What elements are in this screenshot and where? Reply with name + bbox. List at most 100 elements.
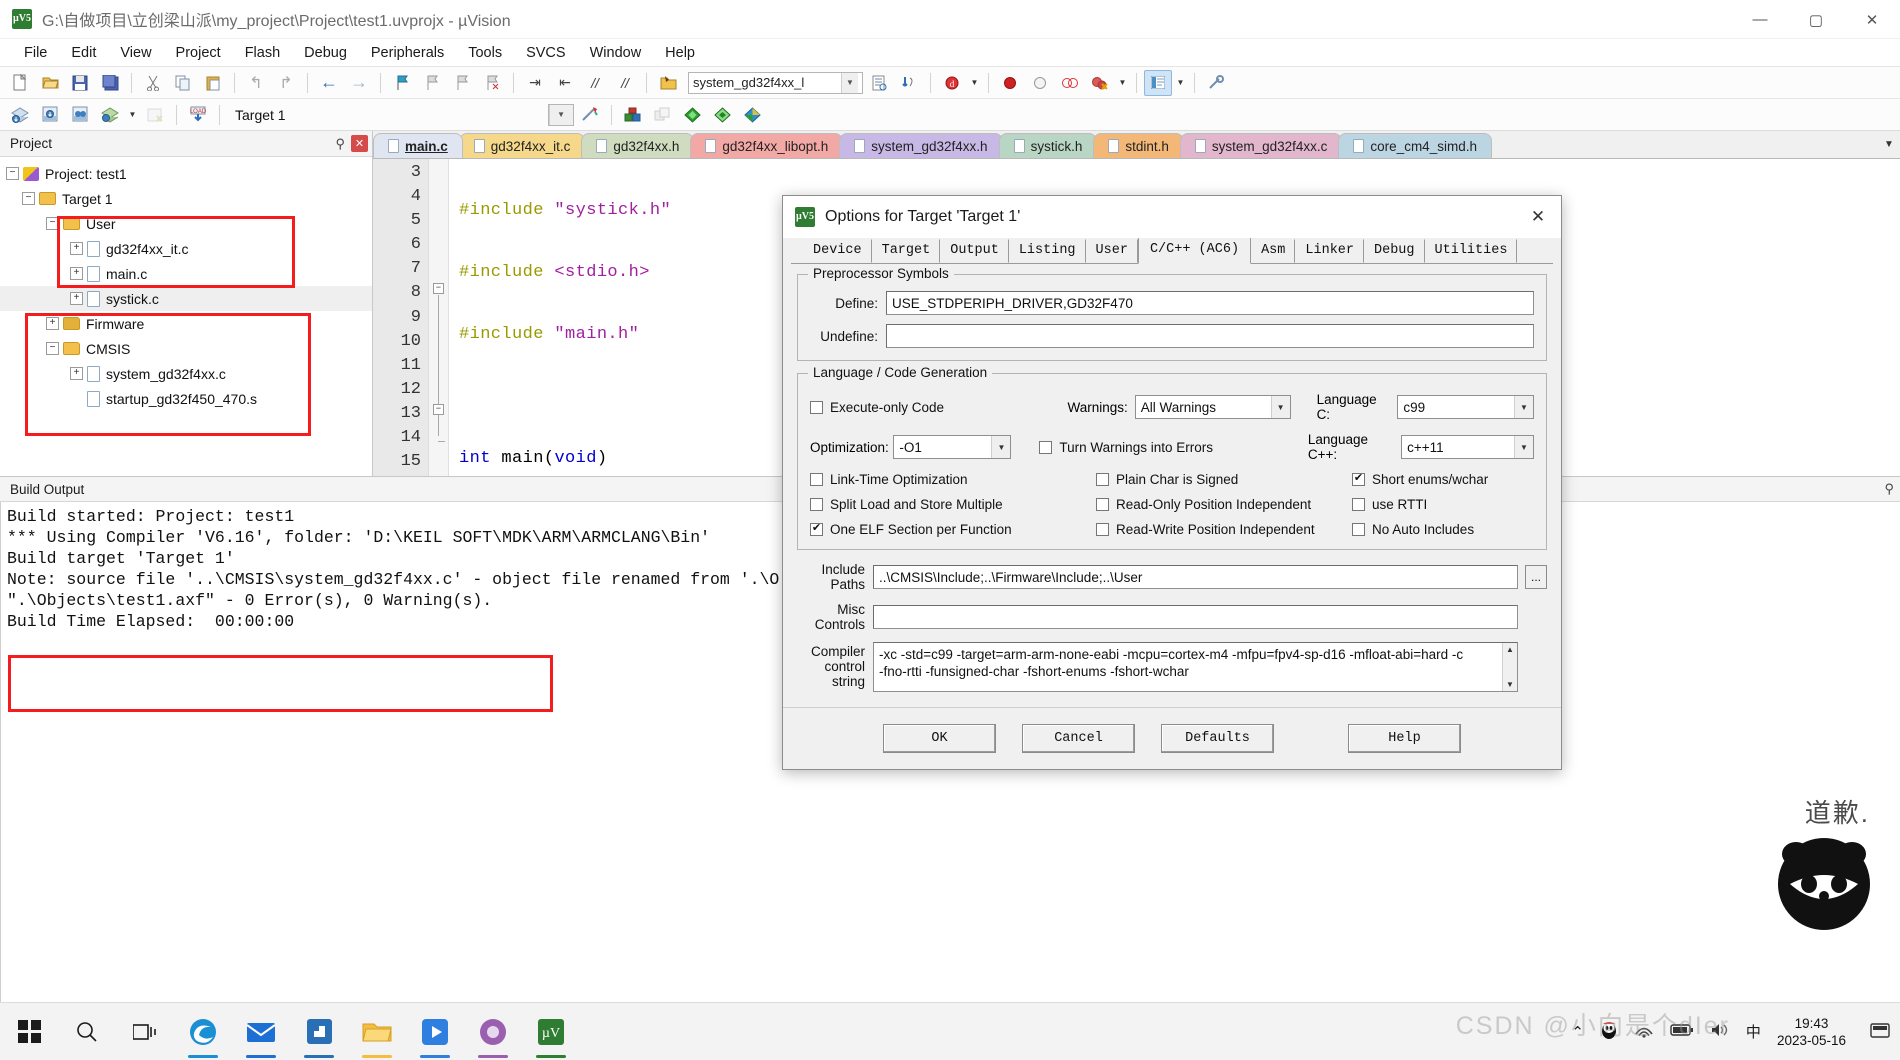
open-project-icon[interactable] xyxy=(654,70,682,96)
one-elf-section-per-function-checkbox[interactable]: ✔ One ELF Section per Function xyxy=(810,522,1096,537)
creative-app-icon[interactable] xyxy=(464,1003,522,1060)
outdent-icon[interactable]: ⇤ xyxy=(551,70,579,96)
manage-project-items-icon[interactable] xyxy=(619,102,647,128)
menu-item-edit[interactable]: Edit xyxy=(59,42,108,64)
notification-icon[interactable] xyxy=(1870,1021,1890,1043)
svn-icon[interactable] xyxy=(739,102,767,128)
download-icon[interactable]: LOAD xyxy=(184,102,212,128)
scroll-up-icon[interactable]: ▲ xyxy=(1503,643,1517,656)
checkbox-box[interactable] xyxy=(810,498,823,511)
cancel-button[interactable]: Cancel xyxy=(1022,724,1135,753)
no-auto-includes-checkbox[interactable]: No Auto Includes xyxy=(1352,522,1474,537)
rebuild-icon[interactable] xyxy=(66,102,94,128)
checkbox-box[interactable] xyxy=(1096,473,1109,486)
tree-item-startup-gd32f450-470-s[interactable]: startup_gd32f450_470.s xyxy=(0,386,372,411)
menu-item-window[interactable]: Window xyxy=(578,42,654,64)
debug-dropdown-icon[interactable]: ▼ xyxy=(968,70,981,96)
optimization-select[interactable]: -O1 ▼ xyxy=(893,435,1012,459)
expander-icon[interactable]: + xyxy=(70,242,83,255)
include-paths-browse-button[interactable]: ... xyxy=(1525,565,1547,589)
qq-icon[interactable] xyxy=(1600,1020,1618,1044)
editor-tab-systick-h[interactable]: systick.h xyxy=(998,133,1098,158)
menu-item-help[interactable]: Help xyxy=(653,42,707,64)
dialog-tab-utilities[interactable]: Utilities xyxy=(1425,239,1518,263)
editor-tab-core-cm4-simd-h[interactable]: core_cm4_simd.h xyxy=(1338,133,1492,158)
close-button[interactable]: ✕ xyxy=(1844,0,1900,39)
expander-icon[interactable]: − xyxy=(6,167,19,180)
close-icon[interactable]: ✕ xyxy=(351,135,368,152)
volume-icon[interactable] xyxy=(1710,1022,1730,1042)
bookmark-icon[interactable] xyxy=(388,70,416,96)
disable-all-breakpoints-icon[interactable] xyxy=(1086,70,1114,96)
tree-item-systick-c[interactable]: + systick.c xyxy=(0,286,372,311)
menu-item-peripherals[interactable]: Peripherals xyxy=(359,42,456,64)
menu-item-tools[interactable]: Tools xyxy=(456,42,514,64)
dialog-tab-c-cpp[interactable]: C/C++ (AC6) xyxy=(1137,237,1252,264)
menu-item-view[interactable]: View xyxy=(108,42,163,64)
batch-build-icon[interactable] xyxy=(96,102,124,128)
task-view-icon[interactable] xyxy=(116,1003,174,1060)
menu-item-svcs[interactable]: SVCS xyxy=(514,42,578,64)
indent-icon[interactable]: ⇥ xyxy=(521,70,549,96)
chevron-down-icon[interactable]: ▼ xyxy=(548,104,573,125)
editor-tab-gd32f4xx-it-c[interactable]: gd32f4xx_it.c xyxy=(458,133,586,158)
expander-icon[interactable]: + xyxy=(70,367,83,380)
include-paths-input[interactable]: ..\CMSIS\Include;..\Firmware\Include;..\… xyxy=(873,565,1518,589)
paste-icon[interactable] xyxy=(199,70,227,96)
tree-item-system-gd32f4xx-c[interactable]: + system_gd32f4xx.c xyxy=(0,361,372,386)
language-cpp-select[interactable]: c++11 ▼ xyxy=(1401,435,1534,459)
pin-icon[interactable]: ⚲ xyxy=(335,136,345,152)
dialog-tab-output[interactable]: Output xyxy=(940,239,1009,263)
media-player-icon[interactable] xyxy=(406,1003,464,1060)
language-c-select[interactable]: c99 ▼ xyxy=(1397,395,1535,419)
checkbox-box[interactable] xyxy=(1352,523,1365,536)
tree-item-firmware[interactable]: + Firmware xyxy=(0,311,372,336)
link-time-optimization-checkbox[interactable]: Link-Time Optimization xyxy=(810,472,1096,487)
menu-item-debug[interactable]: Debug xyxy=(292,42,359,64)
keil-uvision-icon[interactable]: µV xyxy=(522,1003,580,1060)
warnings-select[interactable]: All Warnings ▼ xyxy=(1134,395,1291,419)
checkbox-box[interactable] xyxy=(1352,498,1365,511)
expander-icon[interactable]: − xyxy=(46,217,59,230)
dialog-tab-target[interactable]: Target xyxy=(872,239,941,263)
options-dialog[interactable]: µV5 Options for Target 'Target 1' ✕ Devi… xyxy=(782,195,1562,770)
minimize-button[interactable]: — xyxy=(1732,0,1788,39)
translate-icon[interactable] xyxy=(6,102,34,128)
mail-icon[interactable] xyxy=(232,1003,290,1060)
search-icon[interactable] xyxy=(58,1003,116,1060)
comment-icon[interactable]: // xyxy=(581,70,609,96)
close-icon[interactable]: ✕ xyxy=(1515,196,1561,238)
execute-only-code-checkbox[interactable]: Execute-only Code xyxy=(810,400,1068,415)
file-explorer-icon[interactable] xyxy=(348,1003,406,1060)
breakpoints-dropdown-icon[interactable]: ▼ xyxy=(1116,70,1129,96)
checkbox-box[interactable] xyxy=(810,473,823,486)
maximize-button[interactable]: ▢ xyxy=(1788,0,1844,39)
manage-runtime-icon[interactable] xyxy=(709,102,737,128)
debug-icon[interactable]: d xyxy=(938,70,966,96)
redo-icon[interactable]: ↱ xyxy=(272,70,300,96)
clock[interactable]: 19:43 2023-05-16 xyxy=(1777,1015,1854,1049)
compiler-control-textarea[interactable]: -xc -std=c99 -target=arm-arm-none-eabi -… xyxy=(873,642,1518,692)
uncomment-icon[interactable]: // xyxy=(611,70,639,96)
read-write-position-independent-checkbox[interactable]: Read-Write Position Independent xyxy=(1096,522,1352,537)
edge-icon[interactable] xyxy=(174,1003,232,1060)
tree-item-gd32f4xx-it-c[interactable]: + gd32f4xx_it.c xyxy=(0,236,372,261)
tree-item-cmsis[interactable]: − CMSIS xyxy=(0,336,372,361)
browse-icon[interactable] xyxy=(865,70,893,96)
chevron-down-icon[interactable]: ▼ xyxy=(991,436,1011,458)
menu-item-flash[interactable]: Flash xyxy=(233,42,292,64)
save-all-icon[interactable] xyxy=(96,70,124,96)
store-icon[interactable] xyxy=(290,1003,348,1060)
expander-icon[interactable]: − xyxy=(22,192,35,205)
batch-build-dropdown-icon[interactable]: ▼ xyxy=(126,102,139,128)
target-options-icon[interactable] xyxy=(576,102,604,128)
misc-controls-input[interactable] xyxy=(873,605,1518,629)
navigate-back-icon[interactable]: ← xyxy=(315,70,343,96)
bookmark-next-icon[interactable] xyxy=(448,70,476,96)
dialog-tab-asm[interactable]: Asm xyxy=(1251,239,1296,263)
ok-button[interactable]: OK xyxy=(883,724,996,753)
chevron-down-icon[interactable]: ▼ xyxy=(1878,132,1900,158)
read-only-position-independent-checkbox[interactable]: Read-Only Position Independent xyxy=(1096,497,1352,512)
dialog-tab-debug[interactable]: Debug xyxy=(1364,239,1425,263)
plain-char-is-signed-checkbox[interactable]: Plain Char is Signed xyxy=(1096,472,1352,487)
